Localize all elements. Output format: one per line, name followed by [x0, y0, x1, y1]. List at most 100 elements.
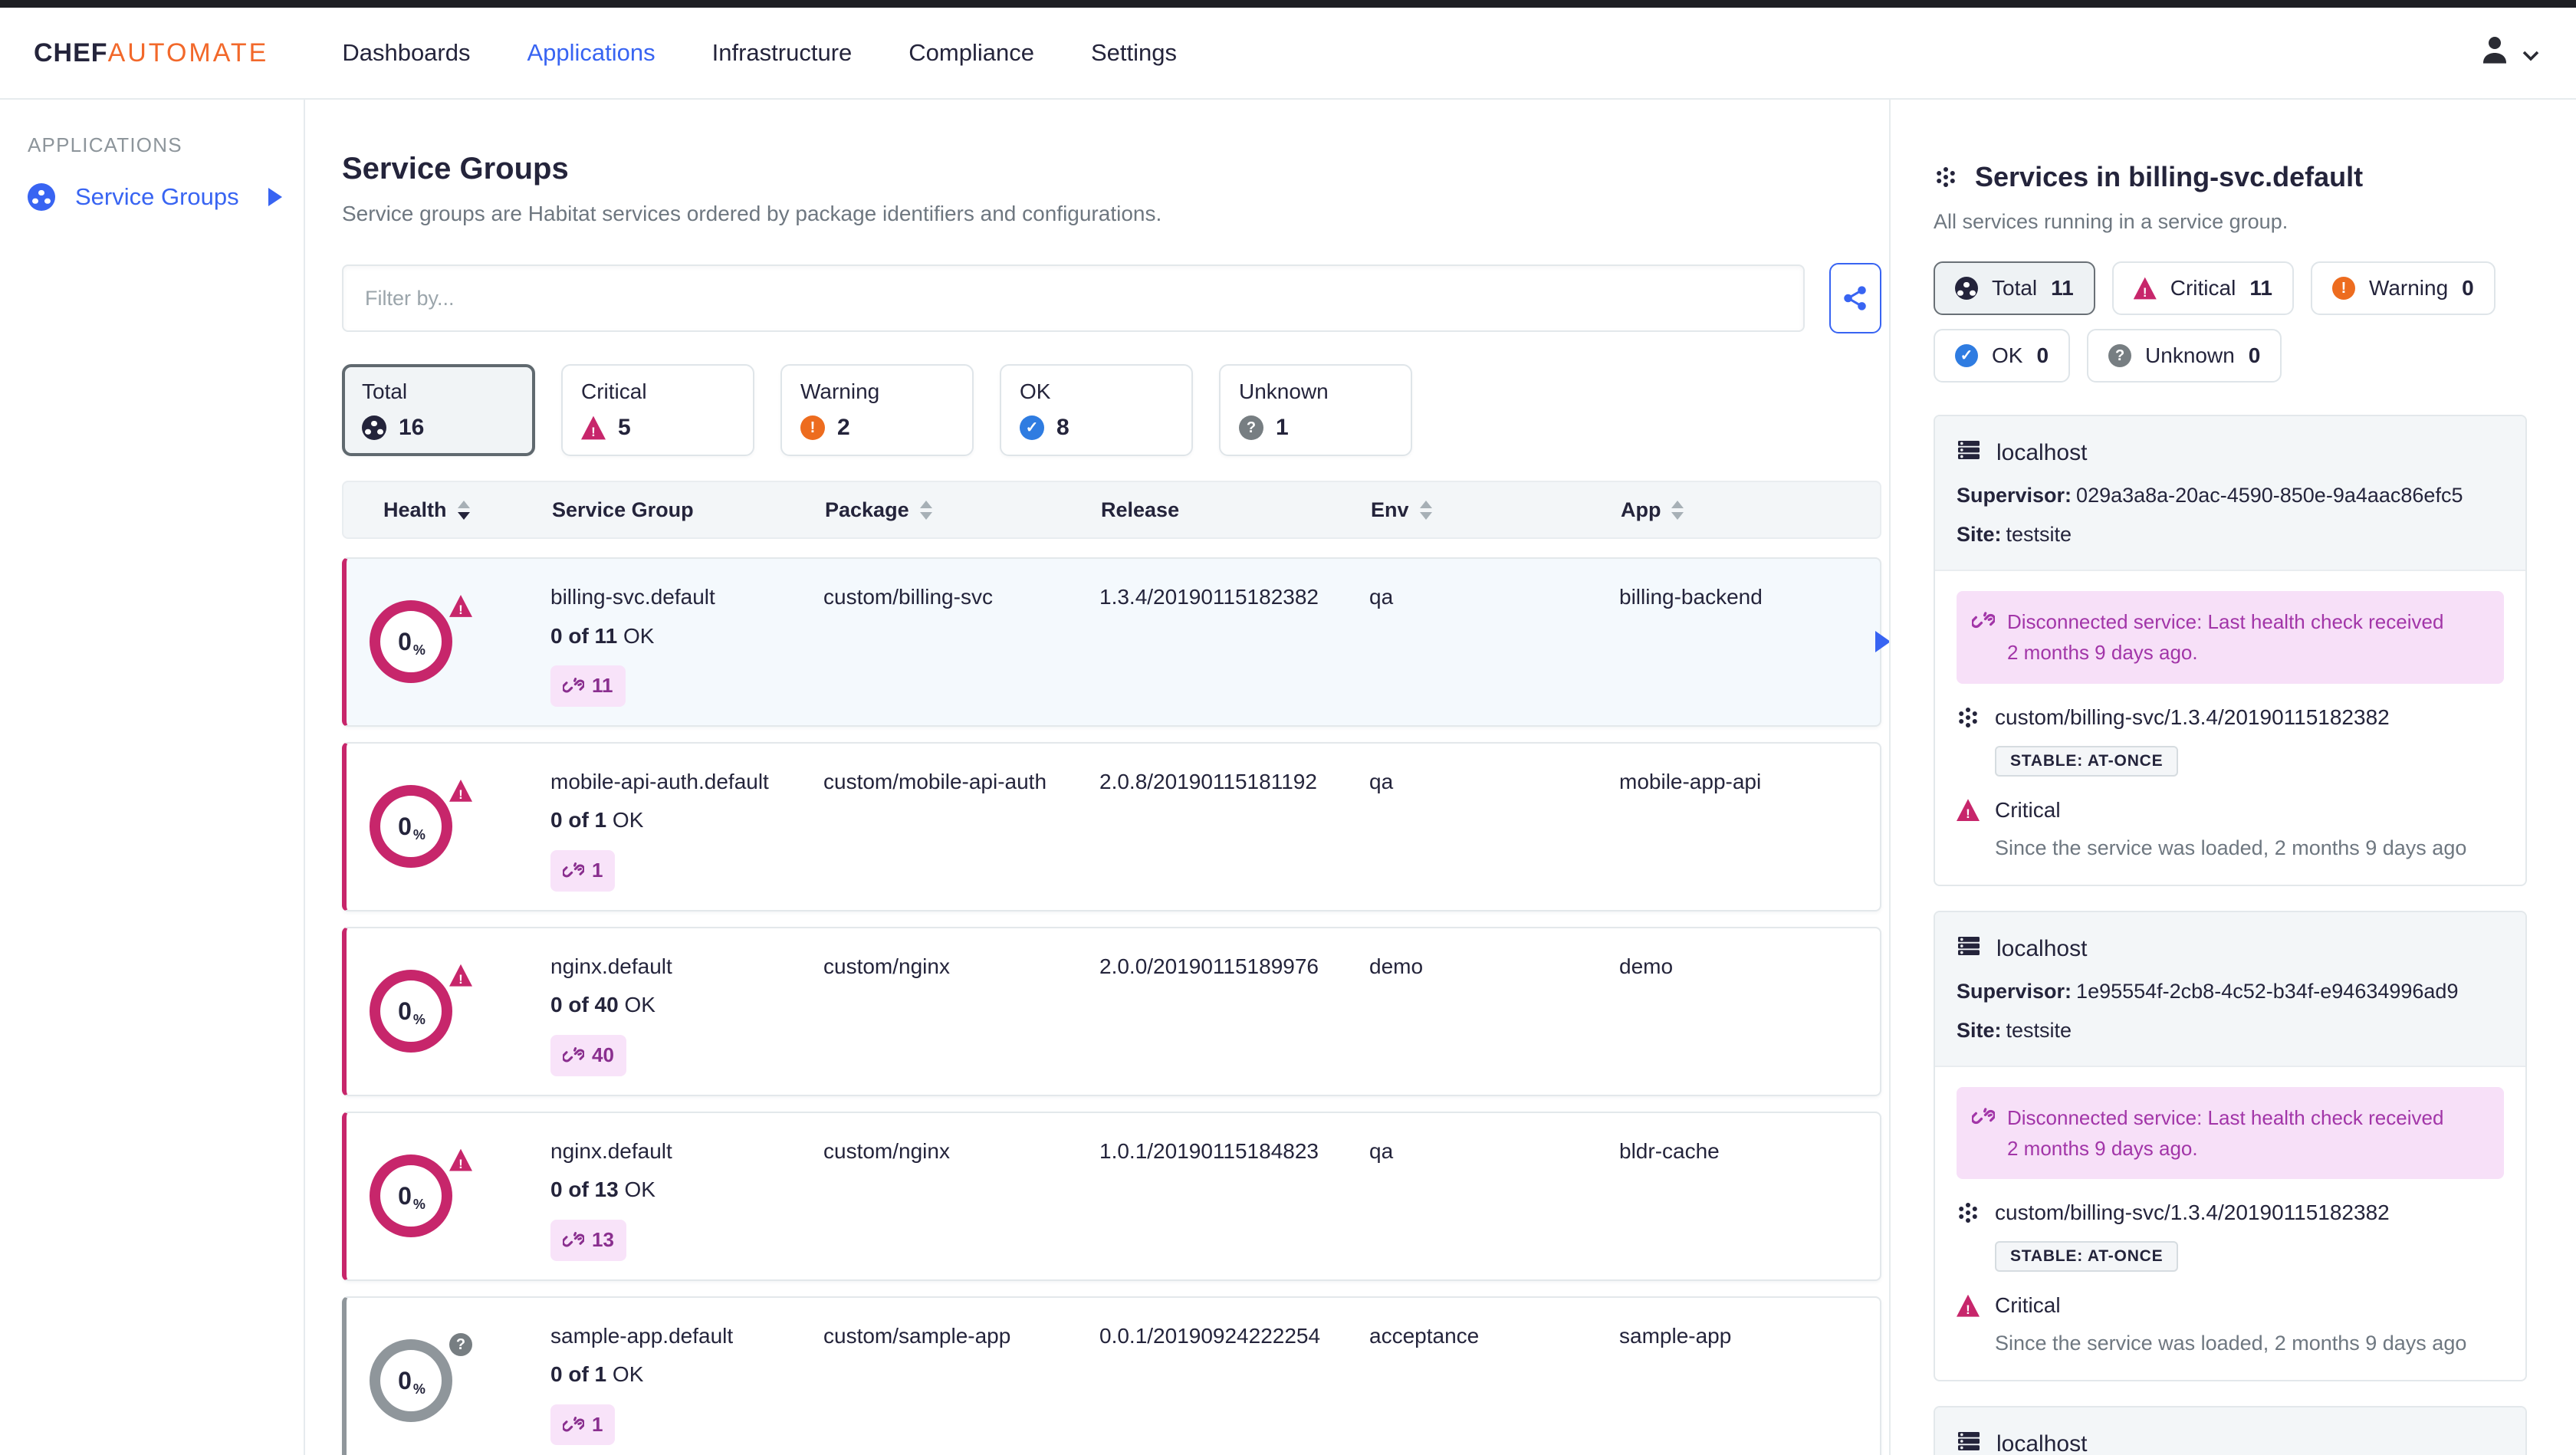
- tile-count: 1: [1276, 415, 1289, 440]
- service-group-name: billing-svc.default: [550, 585, 715, 609]
- share-button[interactable]: [1829, 263, 1881, 333]
- package-cell: custom/nginx: [823, 954, 950, 978]
- tile-label: Unknown: [1239, 379, 1329, 403]
- user-menu[interactable]: [2478, 33, 2539, 73]
- service-group-cell: billing-svc.default 0 of 11 OK 11: [550, 577, 823, 707]
- chef-automate-logo[interactable]: CHEF AUTOMATE: [34, 38, 268, 68]
- sort-arrows[interactable]: [457, 500, 470, 520]
- table-row[interactable]: 0% sample-app.default 0 of 1 OK 1 c: [342, 1296, 1881, 1455]
- status-icon: [449, 779, 472, 802]
- disconnected-badge[interactable]: 40: [550, 1034, 626, 1076]
- filter-input[interactable]: [342, 264, 1805, 332]
- channel-badge: STABLE: AT-ONCE: [1995, 745, 2179, 777]
- status-tile[interactable]: OK 8: [1000, 364, 1193, 456]
- service-card-header: localhost Supervisor:2fb65869-de1b-4341-…: [1935, 1407, 2525, 1455]
- disconnected-icon: [563, 1416, 584, 1432]
- service-card[interactable]: localhost Supervisor: 1e95554f-2cb8-4c52-…: [1934, 910, 2527, 1382]
- disconnected-badge[interactable]: 11: [550, 665, 626, 707]
- status-icon: [2133, 277, 2157, 300]
- tile-count: 2: [837, 415, 850, 440]
- status-icon: [362, 415, 386, 440]
- status-tile[interactable]: Warning 2: [780, 364, 974, 456]
- disconnected-badge[interactable]: 1: [550, 850, 616, 892]
- channel-badge: STABLE: AT-ONCE: [1995, 1241, 2179, 1273]
- app-cell: billing-backend: [1619, 585, 1763, 609]
- chip-count: 0: [2036, 343, 2049, 367]
- release-cell: 2.0.0/20190115189976: [1099, 954, 1319, 978]
- package-line: custom/billing-svc/1.3.4/20190115182382: [1935, 702, 2525, 730]
- nav-item[interactable]: Settings: [1091, 39, 1177, 67]
- column-header[interactable]: App: [1621, 498, 1855, 522]
- tile-label: Total: [362, 379, 408, 403]
- column-header[interactable]: Service Group: [552, 498, 825, 522]
- status-icon: [1955, 277, 1978, 300]
- status-filter-chip[interactable]: Unknown 0: [2087, 329, 2282, 383]
- service-group-name: mobile-api-auth.default: [550, 769, 769, 793]
- status-filter-chip[interactable]: OK 0: [1934, 329, 2071, 383]
- nav-item[interactable]: Dashboards: [342, 39, 470, 67]
- logo-chef: CHEF: [34, 38, 108, 67]
- health-donut: 0%: [370, 600, 452, 684]
- status-filter-chip[interactable]: Critical 11: [2111, 261, 2294, 315]
- sidebar-item-service-groups[interactable]: Service Groups: [28, 183, 282, 211]
- status-icon: [449, 1332, 472, 1356]
- sort-arrows[interactable]: [1419, 500, 1432, 520]
- disconnected-alert: Disconnected service: Last health check …: [1957, 591, 2504, 684]
- nav-item[interactable]: Applications: [527, 39, 655, 67]
- column-header[interactable]: Release: [1101, 498, 1371, 522]
- release-cell: 2.0.8/20190115181192: [1099, 769, 1317, 793]
- health-cell: 0%: [360, 779, 550, 869]
- health-cell: 0%: [360, 1148, 550, 1238]
- package-cell: custom/mobile-api-auth: [823, 769, 1047, 793]
- status-tile[interactable]: Critical 5: [561, 364, 754, 456]
- table-row[interactable]: 0% billing-svc.default 0 of 11 OK 11: [342, 557, 1889, 727]
- disconnected-icon: [563, 1046, 584, 1063]
- service-group-name: nginx.default: [550, 1138, 672, 1163]
- tile-count: 16: [399, 415, 425, 440]
- nav-item[interactable]: Compliance: [909, 39, 1034, 67]
- main-nav: Dashboards Applications Infrastructure C…: [342, 39, 1177, 67]
- status-icon: [1239, 415, 1263, 440]
- status-filter-chip[interactable]: Warning 0: [2310, 261, 2496, 315]
- table-header: Health Service Group Package Release Env…: [342, 481, 1881, 539]
- chip-label: Unknown: [2145, 343, 2235, 367]
- status-icon: [1955, 344, 1978, 367]
- service-card[interactable]: localhost Supervisor: 029a3a8a-20ac-4590-…: [1934, 415, 2527, 886]
- service-groups-icon: [28, 183, 55, 211]
- status-icon: [1020, 415, 1044, 440]
- site-line: Site: testsite: [1957, 523, 2072, 546]
- table-row[interactable]: 0% mobile-api-auth.default 0 of 1 OK 1: [342, 741, 1881, 911]
- app-header: CHEF AUTOMATE Dashboards Applications Inf…: [0, 8, 2576, 100]
- server-icon: [1957, 934, 1981, 964]
- logo-automate: AUTOMATE: [107, 38, 269, 67]
- package-cell: custom/nginx: [823, 1138, 950, 1163]
- selected-row-chevron[interactable]: [1875, 631, 1889, 653]
- service-group-cell: sample-app.default 0 of 1 OK 1: [550, 1316, 823, 1446]
- column-header[interactable]: Env: [1371, 498, 1621, 522]
- chip-count: 11: [2051, 276, 2074, 300]
- status-tile[interactable]: Total 16: [342, 364, 535, 456]
- table-row[interactable]: 0% nginx.default 0 of 13 OK 13 cust: [342, 1111, 1881, 1281]
- service-group-name: nginx.default: [550, 954, 672, 978]
- disconnected-badge[interactable]: 1: [550, 1404, 616, 1446]
- since-line: Since the service was loaded, 2 months 9…: [1995, 836, 2467, 859]
- column-header[interactable]: Package: [825, 498, 1101, 522]
- status-tile[interactable]: Unknown 1: [1219, 364, 1412, 456]
- sidebar-item-label: Service Groups: [75, 183, 239, 210]
- health-cell: 0%: [360, 1332, 550, 1422]
- table-row[interactable]: 0% nginx.default 0 of 40 OK 40 cust: [342, 926, 1881, 1096]
- sort-arrows[interactable]: [1671, 500, 1684, 520]
- sort-arrows[interactable]: [919, 500, 932, 520]
- service-card[interactable]: localhost Supervisor:2fb65869-de1b-4341-…: [1934, 1406, 2527, 1455]
- nav-item[interactable]: Infrastructure: [712, 39, 853, 67]
- ok-count: 0 of 13 OK: [550, 1177, 656, 1202]
- health-donut: 0%: [370, 1338, 452, 1422]
- host-name: localhost: [1996, 440, 2088, 465]
- panel-title: Services in billing-svc.default: [1934, 161, 2527, 193]
- release-cell: 1.0.1/20190115184823: [1099, 1138, 1319, 1163]
- env-cell: qa: [1369, 1138, 1394, 1163]
- column-header[interactable]: Health: [383, 498, 552, 522]
- disconnected-badge[interactable]: 13: [550, 1219, 626, 1261]
- status-filter-chip[interactable]: Total 11: [1934, 261, 2095, 315]
- server-icon: [1957, 1429, 1981, 1455]
